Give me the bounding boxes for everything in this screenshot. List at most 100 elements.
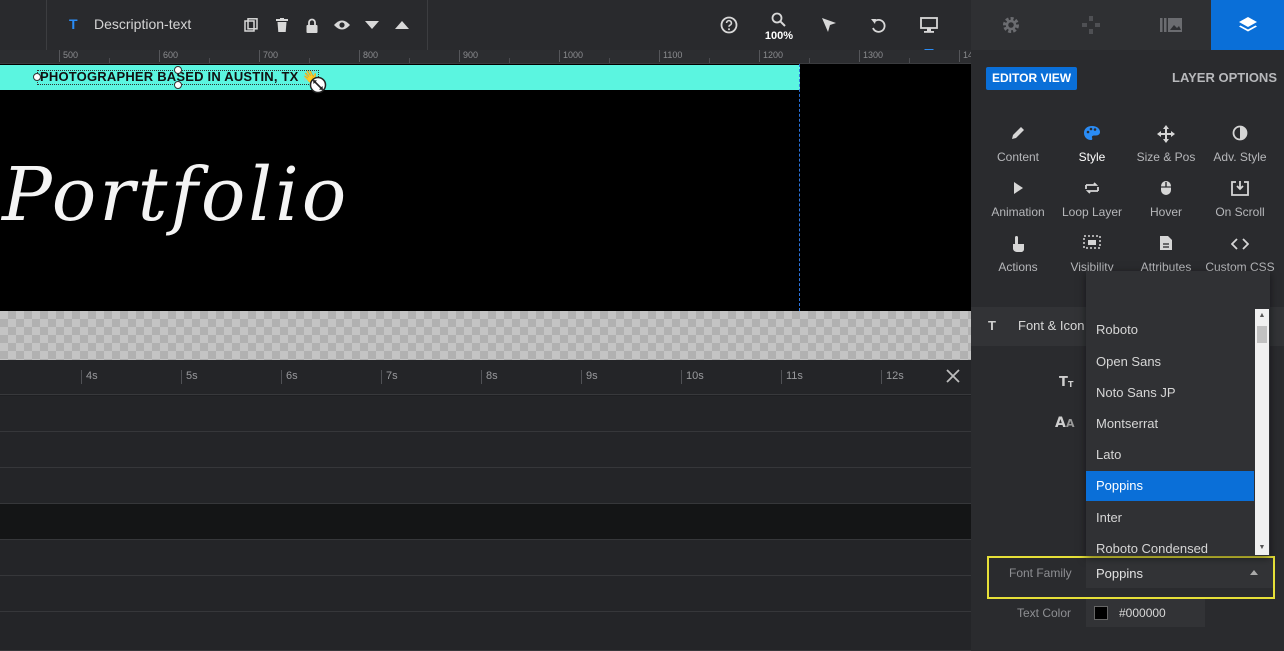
tab-settings[interactable] [971, 0, 1051, 50]
timeline-mark: 7s [381, 370, 398, 384]
tab-style[interactable]: Style [1055, 125, 1129, 180]
timeline-mark: 8s [481, 370, 498, 384]
undo-icon[interactable] [867, 13, 889, 37]
caret-up-icon[interactable] [1250, 568, 1258, 577]
resize-corner-icon[interactable] [309, 76, 327, 99]
font-option-noto-sans-jp[interactable]: Noto Sans JP [1086, 378, 1254, 408]
tab-label: Content [996, 150, 1040, 164]
timeline-row[interactable] [0, 396, 971, 432]
scrollbar-thumb[interactable] [1257, 326, 1267, 343]
scroll-up-icon[interactable]: ▲ [1255, 310, 1269, 322]
caret-up-icon[interactable] [393, 13, 411, 37]
font-option-montserrat[interactable]: Montserrat [1086, 409, 1254, 439]
library-icon [1160, 18, 1182, 32]
timeline-mark: 6s [281, 370, 298, 384]
tab-adv-style[interactable]: Adv. Style [1203, 125, 1277, 180]
tab-label: Adv. Style [1213, 150, 1267, 164]
font-option-lato[interactable]: Lato [1086, 440, 1254, 470]
timeline-row[interactable] [0, 540, 971, 576]
text-color-label: Text Color [1017, 606, 1072, 620]
code-icon [1203, 235, 1277, 257]
timeline-ruler[interactable]: 4s 5s 6s 7s 8s 9s 10s 11s 12s [0, 360, 971, 395]
font-family-value: Poppins [1096, 566, 1143, 581]
ruler-tick: 700 [259, 50, 278, 62]
timeline-row[interactable] [0, 612, 971, 651]
tab-hover[interactable]: Hover [1129, 180, 1203, 235]
tab-animation[interactable]: Animation [981, 180, 1055, 235]
gear-icon [1003, 17, 1019, 33]
font-option-inter[interactable]: Inter [1086, 503, 1254, 533]
canvas-guide-line [799, 64, 800, 311]
font-size-icon: TT [1059, 374, 1075, 391]
move-icon [1129, 125, 1203, 147]
tab-label: Animation [991, 205, 1045, 219]
document-icon [1129, 235, 1203, 257]
desktop-icon[interactable] [917, 13, 941, 37]
canvas-outside-area [800, 64, 971, 311]
eye-icon[interactable] [332, 13, 352, 37]
ruler-tick: 800 [359, 50, 378, 62]
editor-view-button[interactable]: EDITOR VIEW [986, 67, 1078, 90]
timeline-row[interactable] [0, 432, 971, 468]
svg-text:T: T [1068, 380, 1074, 388]
palette-icon [1055, 125, 1129, 147]
lock-icon[interactable] [303, 13, 321, 37]
pointer-icon[interactable] [818, 13, 840, 37]
layer-name-label[interactable]: Description-text [94, 16, 191, 32]
resize-handle-bottom[interactable] [174, 81, 182, 89]
close-icon[interactable] [942, 366, 964, 388]
ruler-tick: 1000 [559, 50, 583, 62]
tab-label: Hover [1149, 205, 1182, 219]
ruler-tick: 1200 [759, 50, 783, 62]
color-swatch[interactable] [1094, 606, 1108, 620]
tab-size-pos[interactable]: Size & Pos [1129, 125, 1203, 180]
tab-loop-layer[interactable]: Loop Layer [1055, 180, 1129, 235]
duplicate-icon[interactable] [242, 13, 260, 37]
timeline-row[interactable] [0, 504, 971, 540]
gamepad-icon [1082, 16, 1100, 34]
scroll-download-icon [1203, 180, 1277, 202]
text-color-value: #000000 [1119, 606, 1166, 620]
scroll-down-icon[interactable]: ▼ [1255, 542, 1269, 554]
section-title: Font & Icon [1018, 318, 1085, 333]
font-option-open-sans[interactable]: Open Sans [1086, 347, 1254, 377]
tab-navigation[interactable] [1051, 0, 1131, 50]
resize-handle-top[interactable] [174, 66, 182, 74]
zoom-icon[interactable] [771, 12, 786, 32]
zoom-level[interactable]: 100% [762, 30, 796, 42]
font-option-poppins[interactable]: Poppins [1086, 471, 1254, 501]
timeline-row[interactable] [0, 468, 971, 504]
transparent-area [0, 311, 971, 360]
hand-pointer-icon [981, 235, 1055, 257]
ruler-tick: 1100 [659, 50, 682, 62]
tab-layers[interactable] [1211, 0, 1284, 50]
timeline-row[interactable] [0, 576, 971, 612]
tab-library[interactable] [1131, 0, 1211, 50]
text-layer-type-icon: T [69, 16, 78, 32]
horizontal-ruler: 500 600 700 800 900 1000 1100 1200 1300 … [0, 50, 973, 64]
loop-icon [1055, 180, 1129, 202]
portfolio-title-layer[interactable]: Portfolio [2, 152, 349, 238]
tab-label: Actions [998, 260, 1038, 274]
timeline-mark: 11s [781, 370, 803, 384]
font-option-roboto[interactable]: Roboto [1086, 315, 1254, 345]
tab-content[interactable]: Content [981, 125, 1055, 180]
font-option-roboto-condensed[interactable]: Roboto Condensed [1086, 534, 1254, 556]
ruler-tick: 900 [459, 50, 478, 62]
tab-actions[interactable]: Actions [981, 235, 1055, 290]
toolbar-divider [46, 0, 47, 50]
layers-icon [1238, 17, 1257, 32]
dropdown-scrollbar[interactable] [1255, 309, 1269, 555]
ruler-tick: 500 [59, 50, 78, 62]
timeline-mark: 4s [81, 370, 98, 384]
tab-label: On Scroll [1215, 205, 1265, 219]
tab-on-scroll[interactable]: On Scroll [1203, 180, 1277, 235]
help-icon[interactable] [718, 13, 740, 37]
play-icon [981, 180, 1055, 202]
font-family-label: Font Family [1009, 566, 1072, 580]
trash-icon[interactable] [273, 13, 291, 37]
resize-handle-left[interactable] [33, 73, 41, 81]
caret-down-icon[interactable] [363, 13, 381, 37]
text-section-icon: T [988, 318, 996, 333]
timeline-mark: 5s [181, 370, 198, 384]
